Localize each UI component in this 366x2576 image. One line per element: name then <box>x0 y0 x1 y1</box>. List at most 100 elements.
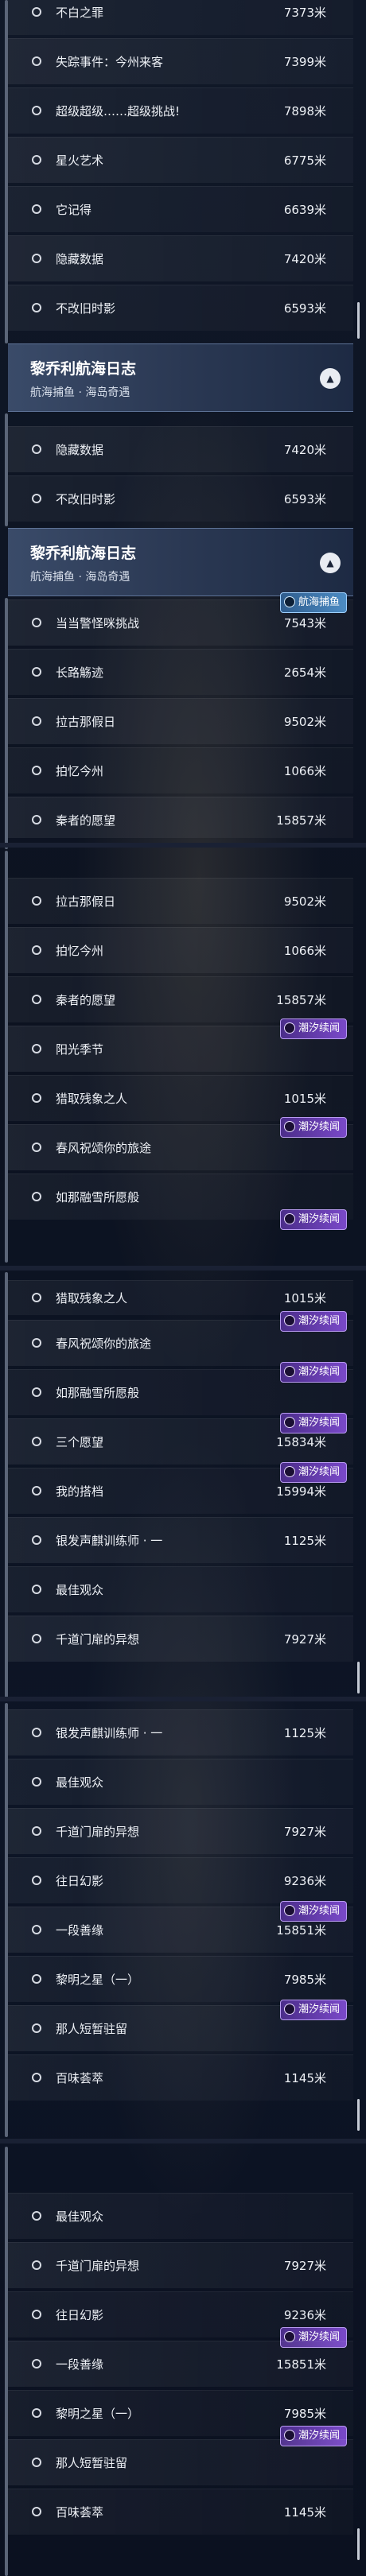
fish-icon <box>283 596 295 607</box>
scrollbar[interactable] <box>357 1662 360 1693</box>
item-distance: 1125米 <box>283 1726 326 1740</box>
list-item[interactable]: 隐藏数据 7420米 <box>8 426 353 472</box>
category-header[interactable]: 黎乔利航海日志 航海捕鱼 · 海岛奇遇 ▲ <box>8 343 353 412</box>
radio-icon <box>32 618 41 627</box>
list-item[interactable]: 长路觞迹 2654米 <box>8 649 353 695</box>
scrollbar[interactable] <box>357 2099 360 2131</box>
list-item[interactable]: 拍忆今州 1066米 <box>8 927 353 973</box>
list-item[interactable]: 如那融雪所愿般 潮汐续闻 <box>8 1362 353 1415</box>
list-item[interactable]: 不改旧时影 6593米 <box>8 285 353 331</box>
list-item[interactable]: 三个愿望 15834米 潮汐续闻 <box>8 1413 353 1465</box>
item-distance: 7399米 <box>283 55 326 69</box>
badge-label: 潮汐续闻 <box>298 1213 340 1225</box>
list-item[interactable]: 百味荟萃 1145米 <box>8 2054 353 2101</box>
item-label: 那人短暂驻留 <box>56 2022 128 2036</box>
list-item[interactable]: 猎取残象之人 1015米 <box>8 1280 353 1315</box>
list-item[interactable]: 星火艺术 6775米 <box>8 137 353 183</box>
list-item[interactable]: 失踪事件：今州来客 7399米 <box>8 38 353 84</box>
item-distance: 15857米 <box>276 813 326 828</box>
item-distance: 7927米 <box>283 2259 326 2273</box>
list-item[interactable]: 阳光季节 潮汐续闻 <box>8 1018 353 1072</box>
item-label: 不改旧时影 <box>56 301 116 316</box>
list-item[interactable]: 秦者的愿望 15857米 <box>8 976 353 1022</box>
list-item[interactable]: 往日幻影 9236米 潮汐续闻 <box>8 2291 353 2348</box>
radio-icon <box>32 2408 41 2418</box>
list-item[interactable]: 百味荟萃 1145米 <box>8 2489 353 2535</box>
tide-icon <box>283 1213 295 1224</box>
item-label: 黎明之星（一） <box>56 1973 140 1987</box>
list-item[interactable]: 那人短暂驻留 潮汐续闻 <box>8 2000 353 2051</box>
list-item[interactable]: 它记得 6639米 <box>8 186 353 232</box>
radio-icon <box>32 1585 41 1594</box>
radio-icon <box>32 2359 41 2368</box>
list-item[interactable]: 往日幻影 9236米 <box>8 1857 353 1903</box>
status-badge: 潮汐续闻 <box>279 1362 347 1383</box>
section-divider <box>0 1697 366 1701</box>
list-item[interactable]: 黎明之星（一） 7985米 潮汐续闻 <box>8 2390 353 2446</box>
item-label: 当当警怪咪挑战 <box>56 616 140 630</box>
list-item[interactable]: 黎明之星（一） 7985米 <box>8 1956 353 2002</box>
list-item[interactable]: 拉古那假日 9502米 <box>8 698 353 744</box>
item-label: 秦者的愿望 <box>56 993 116 1007</box>
list-item[interactable]: 不改旧时影 6593米 <box>8 475 353 522</box>
list-item[interactable]: 春风祝颂你的旅途 潮汐续闻 <box>8 1117 353 1170</box>
item-label: 春风祝颂你的旅途 <box>56 1141 152 1155</box>
list-item[interactable]: 那人短暂驻留 <box>8 2439 353 2485</box>
collapse-icon[interactable]: ▲ <box>320 368 341 389</box>
item-label: 最佳观众 <box>56 1583 104 1597</box>
radio-icon <box>32 1387 41 1397</box>
radio-icon <box>32 2023 41 2033</box>
item-label: 往日幻影 <box>56 1874 104 1888</box>
scrollbar[interactable] <box>357 2528 360 2560</box>
item-distance: 7420米 <box>283 252 326 266</box>
list-item[interactable]: 最佳观众 <box>8 1566 353 1612</box>
list-item[interactable]: 秦者的愿望 15857米 <box>8 797 353 838</box>
list-item[interactable]: 一段善缘 15851米 潮汐续闻 <box>8 1901 353 1953</box>
list-item[interactable]: 当当警怪咪挑战 7543米 航海捕鱼 <box>8 592 353 646</box>
scrollbar[interactable] <box>357 302 360 339</box>
badge-label: 潮汐续闻 <box>298 1905 340 1917</box>
item-label: 三个愿望 <box>56 1435 104 1449</box>
radio-icon <box>32 1338 41 1348</box>
list-item[interactable]: 我的搭档 15994米 潮汐续闻 <box>8 1462 353 1514</box>
radio-icon <box>32 1093 41 1103</box>
radio-icon <box>32 1437 41 1446</box>
item-distance: 1125米 <box>283 1534 326 1548</box>
list-item[interactable]: 银发声麒训练师 · 一 1125米 <box>8 1517 353 1563</box>
item-label: 千道门扉的异想 <box>56 2259 140 2273</box>
radio-icon <box>32 945 41 955</box>
list-item[interactable]: 千道门扉的异想 7927米 <box>8 1616 353 1662</box>
list-item[interactable]: 春风祝颂你的旅途 潮汐续闻 <box>8 1311 353 1366</box>
collapse-icon[interactable]: ▲ <box>320 553 341 573</box>
radio-icon <box>32 2310 41 2319</box>
item-label: 百味荟萃 <box>56 2071 104 2085</box>
list-item[interactable]: 拍忆今州 1066米 <box>8 747 353 793</box>
list-item[interactable]: 超级超级……超级挑战! 7898米 <box>8 87 353 134</box>
status-badge: 潮汐续闻 <box>279 1311 347 1332</box>
tide-icon <box>283 1315 295 1326</box>
list-item[interactable]: 银发声麒训练师 · 一 1125米 <box>8 1709 353 1755</box>
item-distance: 1145米 <box>283 2071 326 2085</box>
list-item[interactable]: 一段善缘 15851米 <box>8 2341 353 2387</box>
status-badge: 潮汐续闻 <box>279 1901 347 1922</box>
item-label: 秦者的愿望 <box>56 813 116 828</box>
list-item[interactable]: 猎取残象之人 1015米 <box>8 1075 353 1121</box>
list-item[interactable]: 如那融雪所愿般 潮汐续闻 <box>8 1174 353 1230</box>
list-item[interactable]: 千道门扉的异想 7927米 <box>8 2242 353 2288</box>
item-label: 最佳观众 <box>56 2209 104 2224</box>
list-item[interactable]: 最佳观众 <box>8 2193 353 2239</box>
item-distance: 6593米 <box>283 301 326 316</box>
badge-label: 潮汐续闻 <box>298 2004 340 2015</box>
list-item[interactable]: 最佳观众 <box>8 1759 353 1805</box>
list-item[interactable]: 千道门扉的异想 7927米 <box>8 1808 353 1854</box>
item-label: 拉古那假日 <box>56 894 116 909</box>
item-distance: 15857米 <box>276 993 326 1007</box>
list-item[interactable]: 不白之罪 7373米 <box>8 0 353 35</box>
status-badge: 潮汐续闻 <box>279 1462 347 1483</box>
category-header[interactable]: 黎乔利航海日志 航海捕鱼 · 海岛奇遇 ▲ <box>8 528 353 596</box>
list-item[interactable]: 隐藏数据 7420米 <box>8 235 353 281</box>
list-item[interactable]: 拉古那假日 9502米 <box>8 878 353 924</box>
item-label: 长路觞迹 <box>56 665 104 680</box>
status-badge: 潮汐续闻 <box>279 1413 347 1433</box>
radio-icon <box>32 1535 41 1545</box>
